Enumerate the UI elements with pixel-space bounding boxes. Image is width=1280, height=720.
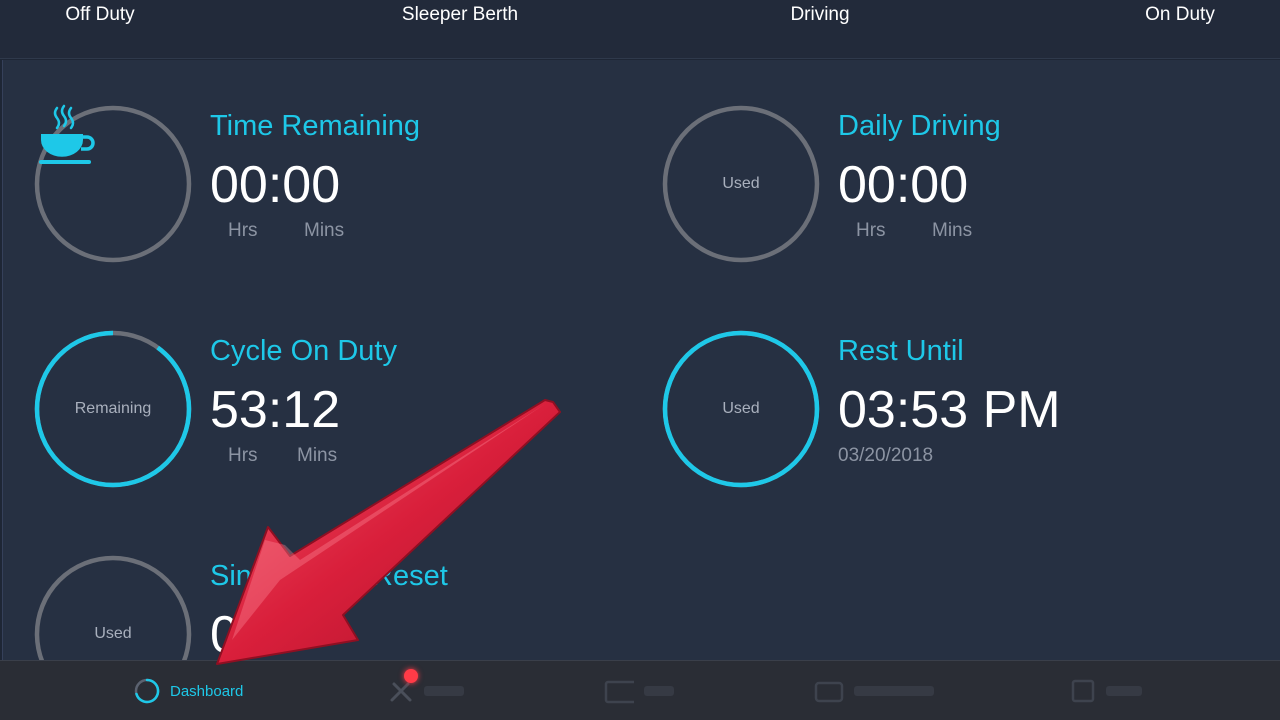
rest-until-value: 03:53 PM [838,381,1061,439]
cycle-on-duty-value: 53:12 [210,381,341,439]
time-remaining-mins-label: Mins [304,220,345,241]
daily-driving-gauge-label: Used [722,175,760,192]
time-remaining-title: Time Remaining [210,110,421,142]
since-reset-value: 0 [210,606,239,664]
app-root: Off Duty Sleeper Berth Driving On Duty T… [0,0,1280,720]
since-reset-title-right: Reset [372,560,448,592]
bottom-nav: Dashboard [0,660,1280,720]
nav-item-logs[interactable] [600,661,674,720]
nav-item-menu[interactable] [1070,661,1142,720]
menu-icon [1071,679,1095,703]
status-tab-sleeper-berth[interactable]: Sleeper Berth [360,4,560,26]
daily-driving-title: Daily Driving [838,110,1001,142]
notification-dot [404,669,418,683]
cycle-on-duty-mins-label: Mins [297,445,338,466]
time-remaining-value: 00:00 [210,156,341,214]
cycle-on-duty-gauge-label: Remaining [74,400,152,417]
rest-until-gauge-label: Used [722,400,760,417]
inspection-icon [814,681,844,703]
rest-until-date: 03/20/2018 [838,445,934,466]
rest-until-title: Rest Until [838,335,964,367]
cycle-on-duty-hrs-label: Hrs [228,445,258,466]
nav-item-dashboard[interactable]: Dashboard [134,661,243,720]
spinner-ring-icon [134,678,160,704]
daily-driving-gauge: Used [661,104,821,264]
log-icon [604,680,634,704]
daily-driving-mins-label: Mins [932,220,973,241]
cycle-on-duty-gauge: Remaining [33,329,193,489]
coffee-cup-icon [33,104,193,264]
status-tab-off-duty[interactable]: Off Duty [0,4,200,26]
cycle-on-duty-title: Cycle On Duty [210,335,397,367]
rest-until-gauge: Used [661,329,821,489]
dashboard-panel [2,60,1280,660]
status-tab-on-duty[interactable]: On Duty [1080,4,1280,26]
daily-driving-hrs-label: Hrs [856,220,886,241]
status-tab-driving[interactable]: Driving [720,4,920,26]
time-remaining-hrs-label: Hrs [228,220,258,241]
duty-status-bar: Off Duty Sleeper Berth Driving On Duty [0,0,1280,59]
time-remaining-gauge [33,104,193,264]
since-reset-title-left: Sin [210,560,252,592]
nav-item-inspection[interactable] [810,661,934,720]
nav-item-tools[interactable] [388,661,464,720]
nav-item-dashboard-label: Dashboard [170,682,244,700]
daily-driving-value: 00:00 [838,156,969,214]
